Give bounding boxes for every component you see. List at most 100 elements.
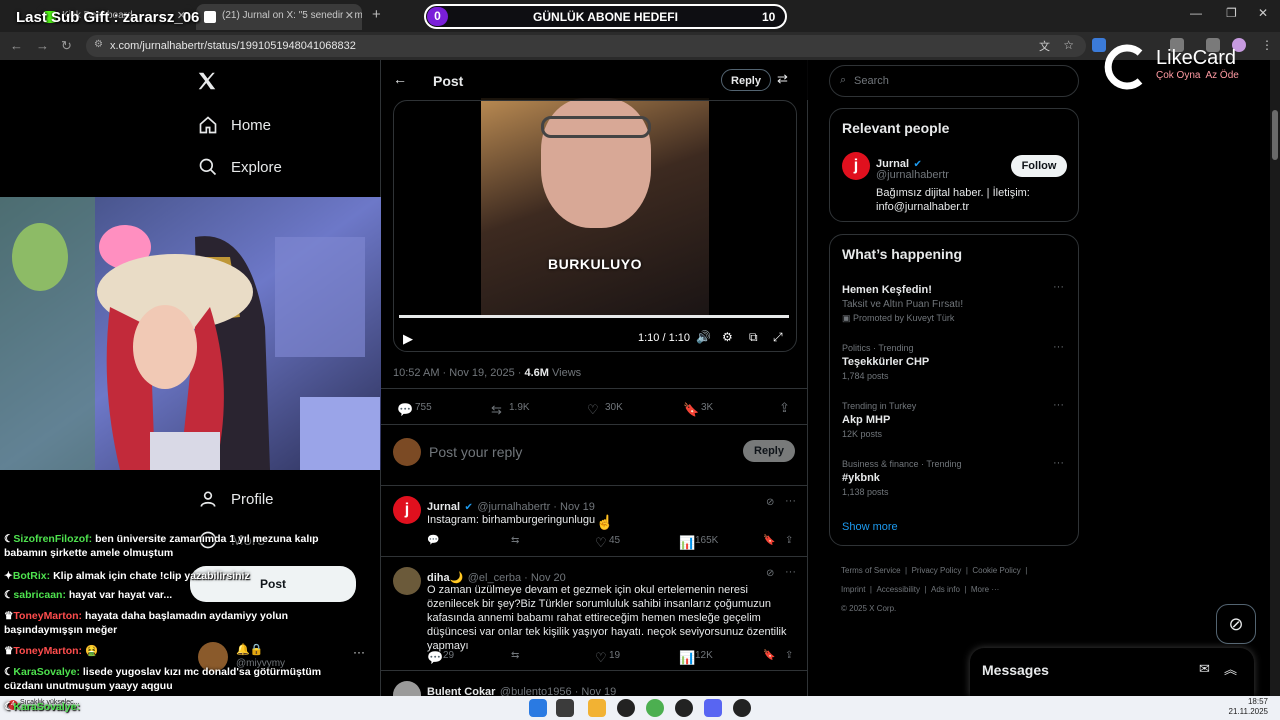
trend-item[interactable]: Trending in Turkey Akp MHP 12K posts ··· — [842, 399, 1070, 439]
footer-link[interactable]: More ··· — [971, 585, 999, 594]
reload-icon[interactable]: ↻ — [61, 38, 72, 54]
x-logo-icon[interactable] — [196, 70, 218, 97]
share-icon[interactable]: ⇪ — [785, 650, 793, 661]
trend-item[interactable]: Hemen Keşfedin! Taksit ve Altın Puan Fır… — [842, 281, 1070, 324]
grok-icon[interactable]: ⊘ — [766, 497, 774, 508]
translate-icon[interactable]: 文 — [1039, 38, 1050, 54]
jurnal-avatar[interactable]: j — [393, 496, 421, 524]
pip-icon[interactable]: ⧉ — [749, 330, 758, 345]
scrollbar-thumb[interactable] — [1272, 110, 1278, 160]
share-icon[interactable]: ⇪ — [785, 535, 793, 546]
sponsor-tagline: Çok Oyna Az Öde — [1156, 70, 1239, 81]
volume-icon[interactable]: 🔊 — [696, 330, 711, 344]
play-icon[interactable]: ▶ — [403, 331, 413, 347]
fullscreen-icon[interactable]: ⤢ — [773, 330, 783, 345]
tab-jurnal-post[interactable]: (21) Jurnal on X: "5 senedir Alman ✕ — [196, 4, 362, 30]
like-button[interactable]: ♡ 19 — [595, 650, 620, 665]
bookmark-icon[interactable]: 🔖 — [763, 650, 775, 661]
more-options-icon[interactable]: ··· — [785, 495, 796, 507]
back-arrow-icon[interactable]: ← — [393, 71, 407, 87]
page-scrollbar[interactable] — [1270, 60, 1280, 696]
footer-link[interactable]: Imprint — [841, 585, 865, 594]
start-windows-icon[interactable] — [529, 699, 547, 717]
post-views-count: 4.6M — [524, 367, 549, 379]
reply-header-button[interactable]: Reply — [721, 69, 771, 91]
task-view-icon[interactable] — [556, 699, 574, 717]
chat-username: KaraSovalye: — [13, 666, 80, 678]
menu-kebab-icon[interactable]: ⋮ — [1261, 38, 1273, 52]
footer-link[interactable]: Privacy Policy — [912, 566, 962, 575]
promoted-row: ▣ Promoted by Kuveyt Türk — [842, 313, 1070, 324]
repost-icon[interactable]: ⇆ — [511, 650, 519, 661]
close-tab-icon[interactable]: ✕ — [342, 9, 354, 22]
reply-author-name[interactable]: Bulent Cokar — [427, 686, 495, 696]
likes-stat[interactable]: ♡ 30K — [587, 402, 623, 417]
views-button[interactable]: 📊 165K — [679, 535, 718, 550]
footer-link[interactable]: Accessibility — [876, 585, 920, 594]
address-bar[interactable]: ⚙ x.com/jurnalhabertr/status/19910519480… — [86, 35, 1086, 57]
footer-link[interactable]: Cookie Policy — [972, 566, 1020, 575]
bookmarks-stat[interactable]: 🔖 3K — [683, 402, 713, 417]
share-icon[interactable]: ⇪ — [779, 400, 790, 416]
close-window-icon[interactable]: ✕ — [1258, 6, 1268, 20]
back-icon[interactable]: ← — [10, 38, 23, 53]
jurnal-avatar[interactable]: j — [842, 152, 870, 180]
more-options-icon[interactable]: ··· — [1053, 281, 1064, 293]
discord-icon[interactable] — [704, 699, 722, 717]
more-options-icon[interactable]: ··· — [1053, 341, 1064, 353]
reply-tweet[interactable]: j Jurnal ✔ @jurnalhabertr · Nov 19 ⊘ ···… — [381, 485, 808, 556]
reply-tweet[interactable]: Bulent Cokar @bulento1956 · Nov 19 — [381, 670, 808, 696]
trend-item[interactable]: Business & finance · Trending #ykbnk 1,1… — [842, 457, 1070, 497]
repost-icon[interactable]: ⇆ — [511, 535, 519, 546]
trend-item[interactable]: Politics · Trending Teşekkürler CHP 1,78… — [842, 341, 1070, 381]
site-info-icon[interactable]: ⚙ — [94, 39, 103, 50]
search-input[interactable]: ⌕ Search — [829, 65, 1079, 97]
footer-link[interactable]: Ads info — [931, 585, 960, 594]
minimize-icon[interactable]: — — [1190, 6, 1202, 20]
promoted-label: Promoted by Kuveyt Türk — [853, 313, 955, 323]
follow-button[interactable]: Follow — [1011, 155, 1067, 177]
reply-icon: 💬 — [427, 650, 444, 665]
reposts-stat[interactable]: ⇆ 1.9K — [491, 402, 530, 417]
file-explorer-icon[interactable] — [588, 699, 606, 717]
footer-link[interactable]: Terms of Service — [841, 566, 901, 575]
chat-username: ToneyMarton: — [13, 645, 83, 657]
bookmark-star-icon[interactable]: ☆ — [1063, 38, 1074, 52]
person-icon — [200, 491, 216, 507]
diha-avatar[interactable] — [393, 567, 421, 595]
new-message-icon[interactable]: ✉ — [1199, 661, 1210, 677]
show-more-link[interactable]: Show more — [842, 521, 898, 533]
reply-submit-button[interactable]: Reply — [743, 440, 795, 462]
reply-tweet[interactable]: diha🌙 @el_cerba · Nov 20 ⊘ ··· O zaman ü… — [381, 556, 808, 670]
bulent-avatar[interactable] — [393, 681, 421, 696]
filter-icon[interactable]: ⇄ — [777, 71, 788, 87]
app-g2-icon[interactable] — [733, 699, 751, 717]
grok-floating-icon[interactable]: ⊘ — [1216, 604, 1256, 644]
more-options-icon[interactable]: ··· — [1053, 399, 1064, 411]
heart-icon: ♡ — [595, 535, 607, 550]
reply-input[interactable]: Post your reply — [429, 444, 522, 460]
bookmark-icon[interactable]: 🔖 — [763, 535, 775, 546]
clock-date: 21.11.2025 — [1228, 707, 1268, 716]
mouse-cursor-icon: ☝ — [596, 514, 614, 530]
forward-icon[interactable]: → — [36, 38, 49, 53]
video-progress-bar[interactable] — [399, 315, 789, 318]
reply-author-name[interactable]: Jurnal — [427, 501, 460, 513]
reply-icon[interactable]: 💬 — [427, 535, 439, 546]
app-g-icon[interactable] — [675, 699, 693, 717]
restore-icon[interactable]: ❐ — [1226, 6, 1237, 20]
like-button[interactable]: ♡ 45 — [595, 535, 620, 550]
settings-gear-icon[interactable]: ⚙ — [722, 330, 733, 344]
grok-icon[interactable]: ⊘ — [766, 568, 774, 579]
account-menu-icon[interactable]: ··· — [353, 645, 365, 659]
obs-icon[interactable] — [617, 699, 635, 717]
expand-chevrons-icon[interactable]: ︽ — [1224, 659, 1237, 678]
reply-button[interactable]: 💬 29 — [427, 650, 454, 665]
views-button[interactable]: 📊 12K — [679, 650, 713, 665]
replies-stat[interactable]: 💬 755 — [397, 402, 432, 417]
messages-drawer[interactable]: Messages ✉ ︽ — [970, 648, 1254, 696]
more-options-icon[interactable]: ··· — [785, 566, 796, 578]
chrome-icon[interactable] — [646, 699, 664, 717]
new-tab-icon[interactable]: + — [372, 6, 381, 23]
more-options-icon[interactable]: ··· — [1053, 457, 1064, 469]
